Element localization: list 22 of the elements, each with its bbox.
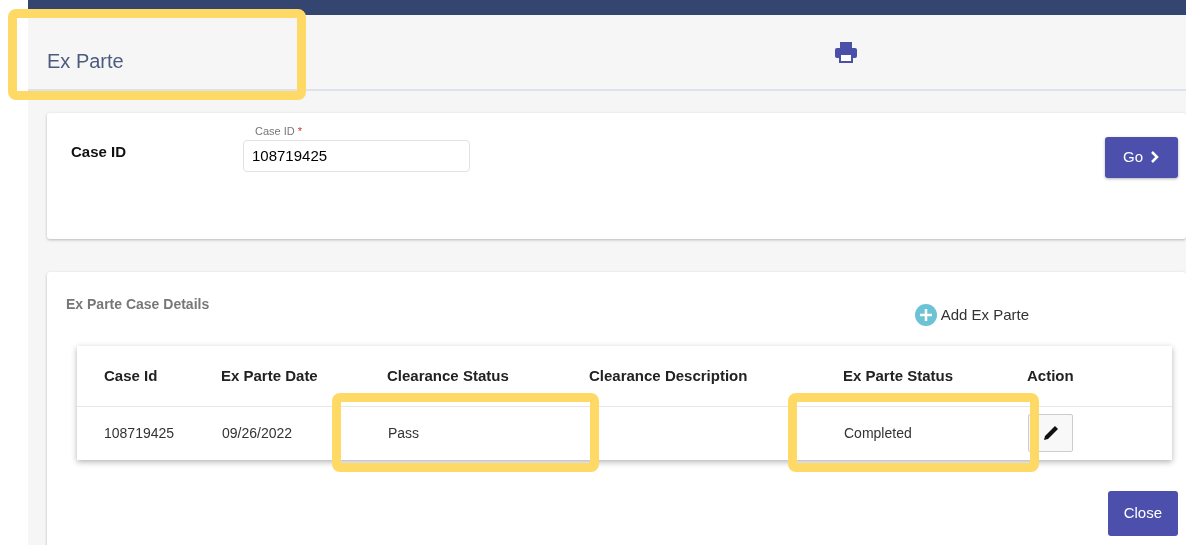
column-header: Action xyxy=(1027,366,1074,384)
column-header: Clearance Description xyxy=(589,366,748,384)
add-ex-parte-link[interactable]: Add Ex Parte xyxy=(915,304,1030,326)
column-header: Ex Parte Date xyxy=(221,366,318,384)
field-label: Case ID xyxy=(255,125,295,137)
column-header: Case Id xyxy=(104,366,158,384)
page-title: Ex Parte xyxy=(47,49,125,74)
column-header: Ex Parte Status xyxy=(843,366,954,384)
table-cell: Completed xyxy=(844,424,912,441)
table-cell: Pass xyxy=(388,424,420,441)
table-cell: 108719425 xyxy=(104,424,175,441)
table-cell: 09/26/2022 xyxy=(222,424,293,441)
section-title: Ex Parte Case Details xyxy=(66,295,210,314)
case-id-field[interactable]: 108719425 xyxy=(243,139,470,172)
case-id-label: Case ID xyxy=(71,143,127,160)
add-icon xyxy=(915,304,938,326)
required-mark: * xyxy=(297,125,303,137)
print-icon[interactable] xyxy=(834,41,858,63)
go-button[interactable]: Go xyxy=(1105,137,1178,178)
close-button[interactable]: Close xyxy=(1107,491,1178,536)
chevron-right-icon xyxy=(1150,150,1160,165)
column-header: Clearance Status xyxy=(387,366,509,384)
